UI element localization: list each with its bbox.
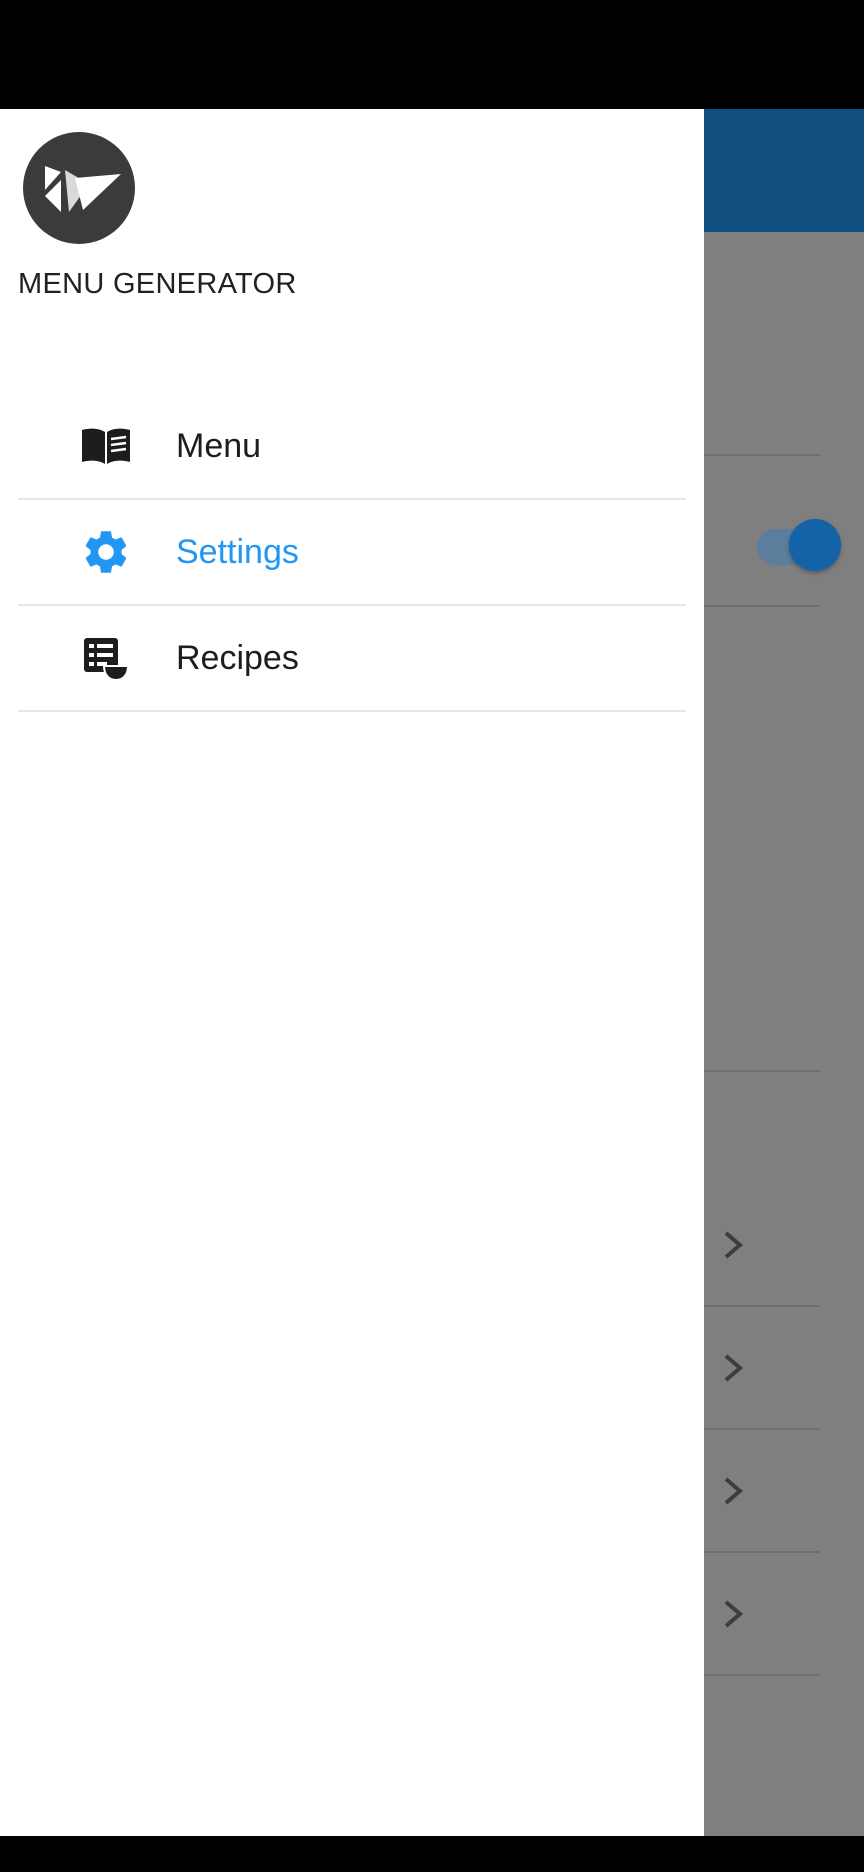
drawer-item-settings[interactable]: Settings [18, 500, 686, 606]
divider [704, 1674, 820, 1676]
drawer-item-label: Menu [176, 427, 262, 465]
status-bar [0, 0, 864, 109]
kivy-logo-icon [23, 132, 135, 244]
divider [704, 1070, 820, 1072]
divider [704, 454, 820, 456]
divider [704, 1305, 820, 1307]
chevron-right-icon[interactable] [722, 1596, 746, 1632]
drawer-item-menu[interactable]: Menu [18, 394, 686, 500]
drawer-title: MENU GENERATOR [18, 268, 297, 300]
recipes-icon [84, 638, 130, 682]
chevron-right-icon[interactable] [722, 1227, 746, 1263]
gear-icon [85, 531, 127, 573]
toggle-thumb [789, 519, 841, 571]
divider [704, 605, 820, 607]
system-navigation-bar [0, 1836, 864, 1872]
divider [704, 1551, 820, 1553]
drawer-item-label: Settings [176, 533, 299, 571]
navigation-drawer: MENU GENERATOR Menu Settings Recipes [0, 109, 704, 1836]
divider [704, 1428, 820, 1430]
chevron-right-icon[interactable] [722, 1350, 746, 1386]
chevron-right-icon[interactable] [722, 1473, 746, 1509]
drawer-item-recipes[interactable]: Recipes [18, 606, 686, 712]
toggle-switch[interactable] [757, 512, 843, 572]
drawer-item-label: Recipes [176, 639, 299, 677]
book-open-icon [82, 428, 130, 464]
